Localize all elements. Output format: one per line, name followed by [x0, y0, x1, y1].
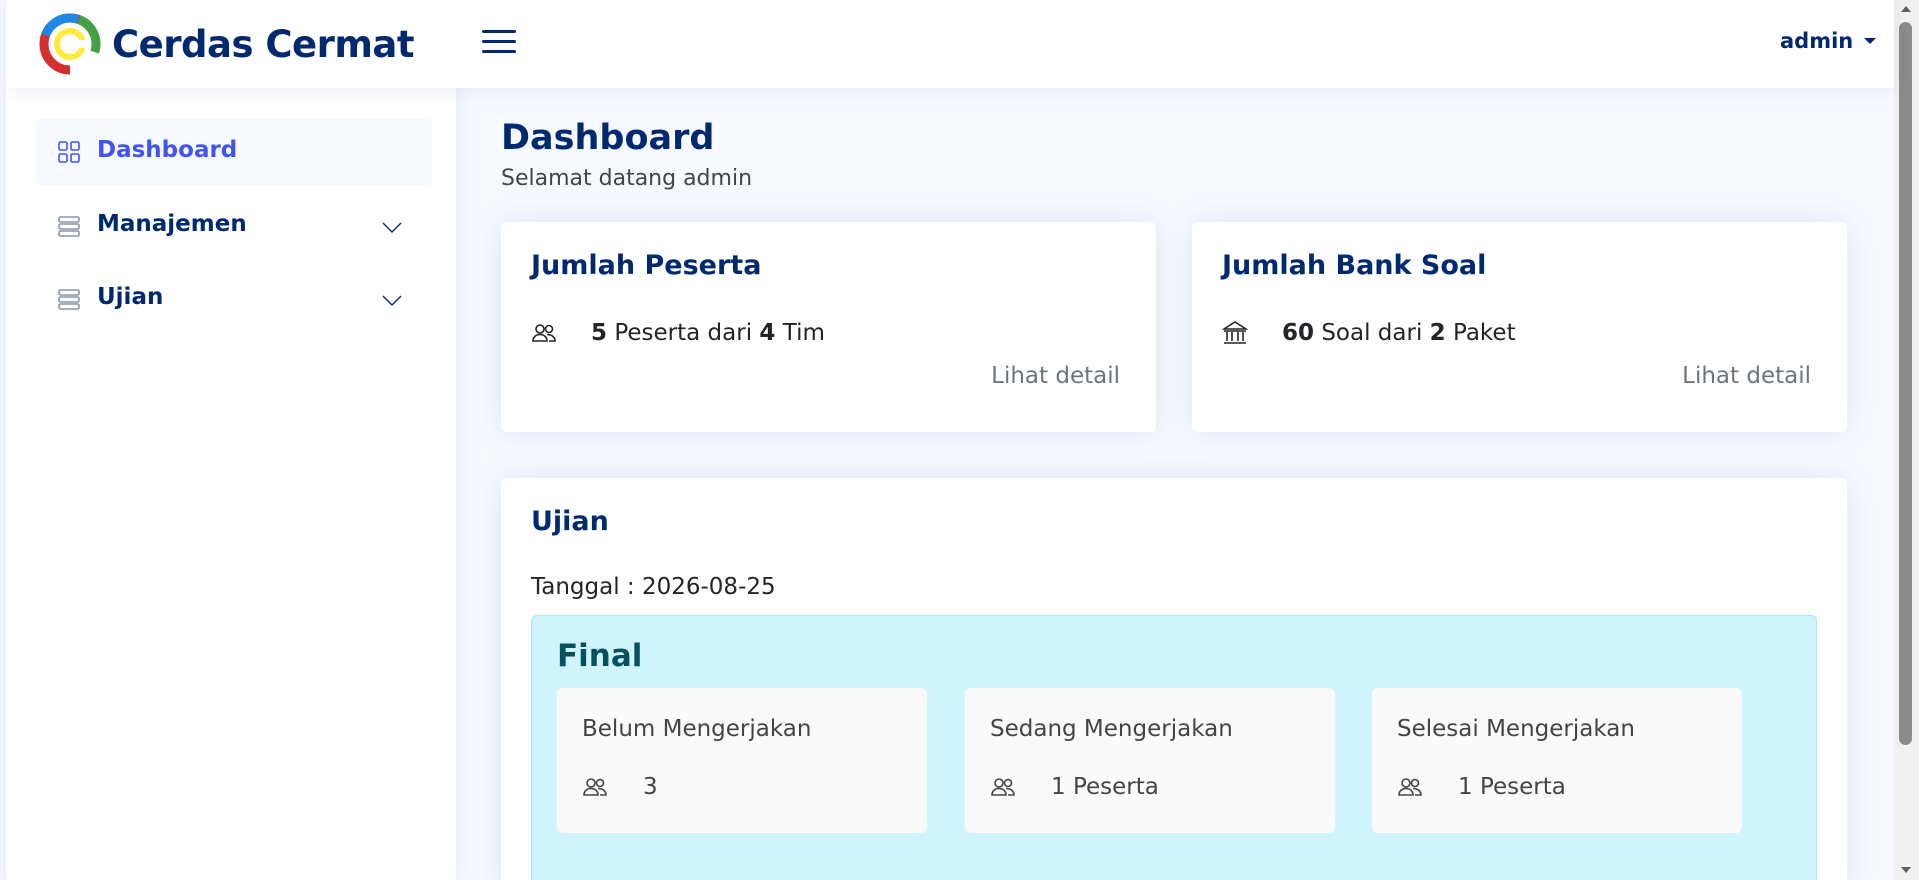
caret-down-icon [1864, 38, 1877, 44]
peserta-detail-link[interactable]: Lihat detail [991, 363, 1120, 389]
scroll-up-arrow-icon[interactable] [1901, 6, 1911, 12]
scroll-down-arrow-icon[interactable] [1901, 867, 1911, 873]
status-value: 1 Peserta [1397, 774, 1566, 800]
status-value: 1 Peserta [990, 774, 1159, 800]
status-count: 1 Peserta [1051, 774, 1159, 800]
logo-icon [39, 13, 101, 75]
status-count: 1 Peserta [1458, 774, 1566, 800]
scroll-thumb[interactable] [1899, 22, 1912, 745]
logo[interactable]: Cerdas Cermat [38, 12, 415, 76]
status-label: Selesai Mengerjakan [1397, 716, 1635, 742]
peserta-card: Jumlah Peserta 5 Peserta dari 4 Tim Liha… [501, 222, 1156, 432]
status-value: 3 [582, 774, 658, 800]
sidebar-item-ujian[interactable]: Ujian [36, 266, 432, 332]
sidebar-item-label: Dashboard [97, 137, 238, 163]
hamburger-icon-bar [482, 30, 516, 33]
sidebar-item-label: Manajemen [97, 211, 247, 237]
bank-soal-card: Jumlah Bank Soal 60 Soal dari 2 Paket Li… [1192, 222, 1847, 432]
paket-label: Paket [1452, 320, 1516, 346]
page-subtitle: Selamat datang admin [501, 166, 753, 191]
chevron-down-icon [382, 222, 402, 233]
peserta-stat: 5 Peserta dari 4 Tim [531, 320, 825, 346]
sidebar-item-label: Ujian [97, 284, 164, 310]
tim-count: 4 [759, 320, 776, 346]
people-icon [991, 778, 1015, 796]
sidebar: Dashboard Manajemen Ujian [6, 88, 456, 880]
status-label: Sedang Mengerjakan [990, 716, 1233, 742]
soal-count: 60 [1282, 320, 1315, 346]
user-menu-dropdown[interactable]: admin [1780, 29, 1877, 53]
top-header: Cerdas Cermat admin [6, 0, 1894, 88]
status-label: Belum Mengerjakan [582, 716, 812, 742]
username: admin [1780, 29, 1854, 53]
hamburger-icon-bar [482, 50, 516, 53]
people-icon [583, 778, 607, 796]
people-icon [1398, 778, 1422, 796]
status-count: 3 [643, 774, 658, 800]
sidebar-item-manajemen[interactable]: Manajemen [36, 193, 432, 259]
card-title: Jumlah Bank Soal [1222, 250, 1487, 281]
card-title: Ujian [531, 506, 609, 537]
peserta-count: 5 [591, 320, 608, 346]
tim-label: Tim [782, 320, 825, 346]
chevron-down-icon [382, 295, 402, 306]
card-title: Jumlah Peserta [531, 250, 762, 281]
final-session-panel: Final Belum Mengerjakan 3 Sedang Mengerj… [531, 615, 1817, 880]
menu-list-icon [58, 289, 80, 310]
session-title: Final [557, 638, 643, 674]
status-card-sedang: Sedang Mengerjakan 1 Peserta [965, 688, 1335, 833]
menu-list-icon [58, 216, 80, 237]
app-name: Cerdas Cermat [112, 22, 415, 66]
hamburger-icon-bar [482, 40, 516, 43]
page-scrollbar[interactable] [1894, 0, 1919, 880]
sidebar-toggle-button[interactable] [479, 24, 519, 60]
soal-count-label: Soal dari [1321, 320, 1423, 346]
status-card-selesai: Selesai Mengerjakan 1 Peserta [1372, 688, 1742, 833]
sidebar-item-dashboard[interactable]: Dashboard [36, 119, 432, 185]
people-icon [532, 324, 556, 342]
status-card-belum: Belum Mengerjakan 3 [557, 688, 927, 833]
paket-count: 2 [1429, 320, 1446, 346]
grid-icon [58, 141, 80, 163]
page-title: Dashboard [501, 118, 715, 158]
peserta-count-label: Peserta dari [614, 320, 753, 346]
bank-icon [1222, 321, 1248, 344]
exam-date: Tanggal : 2026-08-25 [531, 574, 776, 600]
ujian-card: Ujian Tanggal : 2026-08-25 Final Belum M… [501, 478, 1847, 880]
bank-soal-stat: 60 Soal dari 2 Paket [1222, 320, 1516, 346]
bank-soal-detail-link[interactable]: Lihat detail [1682, 363, 1811, 389]
